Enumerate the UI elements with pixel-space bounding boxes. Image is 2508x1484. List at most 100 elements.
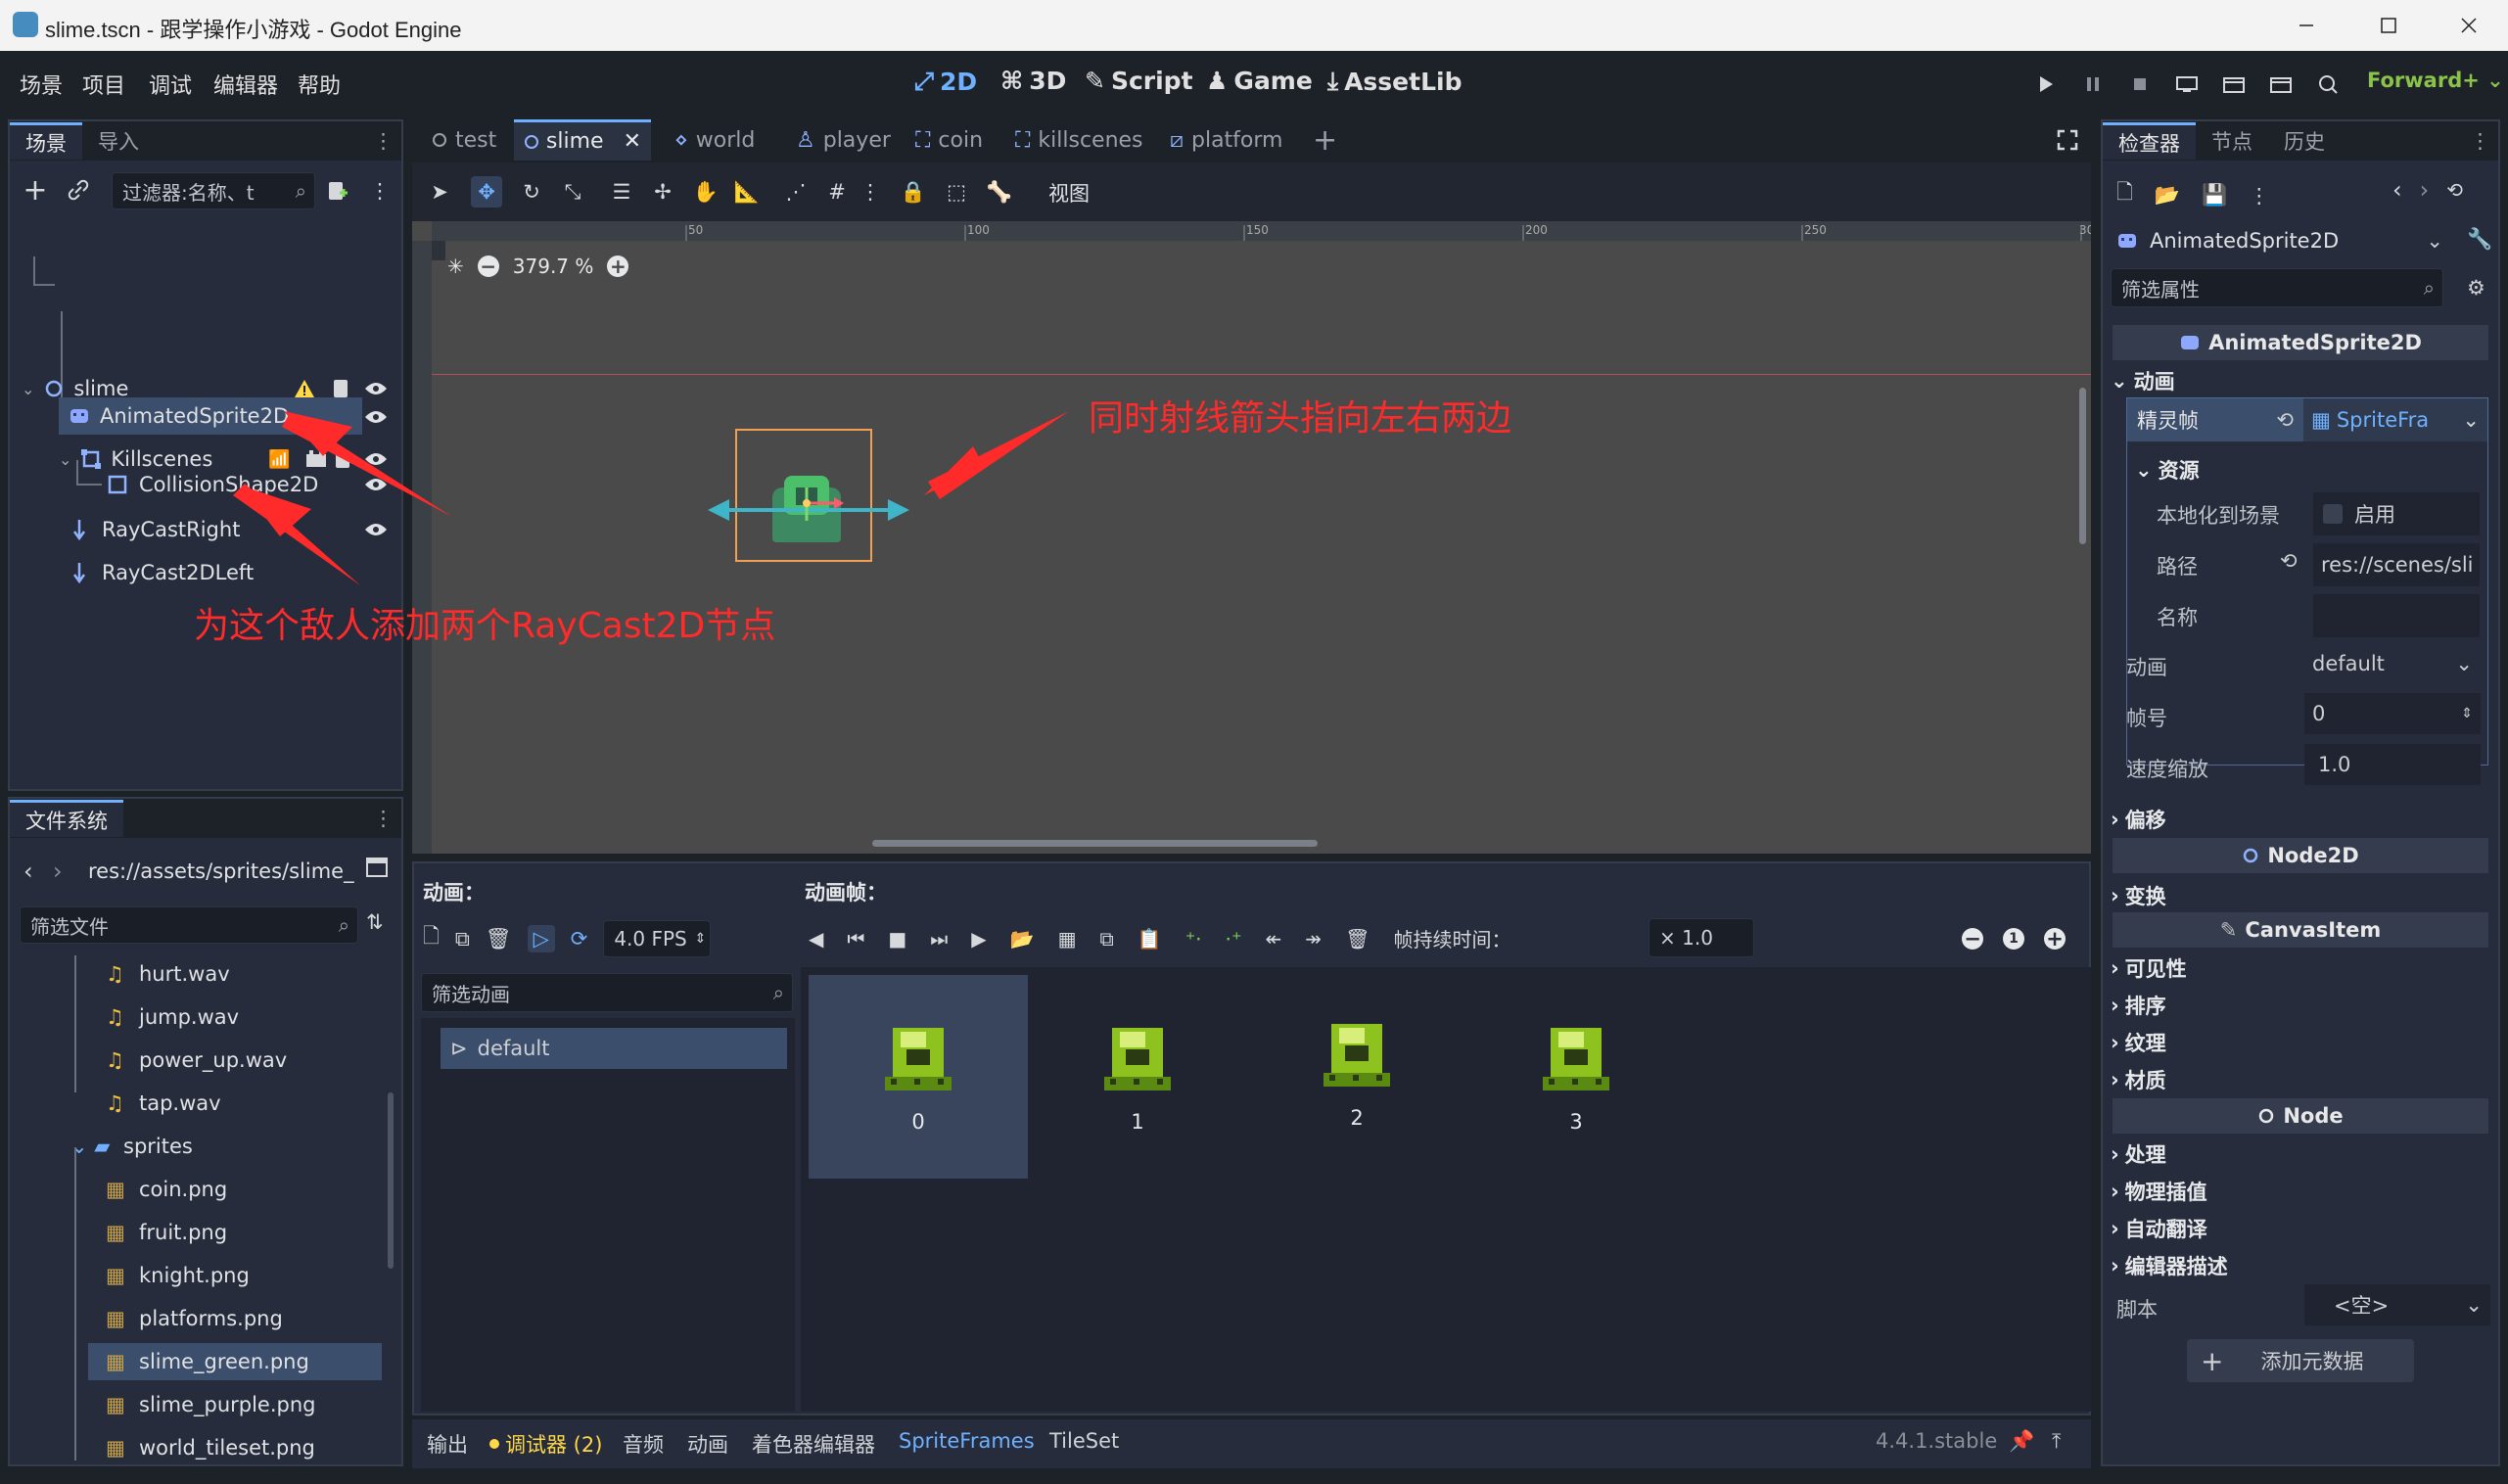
revert-icon[interactable]: ⟲ <box>2276 408 2294 432</box>
object-properties-icon[interactable]: 🔧 <box>2467 227 2492 252</box>
section-process[interactable]: › 处理 <box>2111 1139 2166 1169</box>
file-item[interactable]: ▦ slime_purple.png <box>10 1386 382 1423</box>
2d-viewport[interactable]: 50 100 150 200 250 300 ✳ − 379.7 % + <box>412 221 2091 854</box>
play-backwards-icon[interactable]: ◀ <box>809 927 823 951</box>
local-to-scene-checkbox[interactable]: 启用 <box>2313 492 2480 535</box>
insert-after-icon[interactable]: ⋅⁺ <box>1226 927 1242 951</box>
sprite-frame[interactable]: 1 <box>1028 975 1247 1179</box>
dock-menu-icon[interactable]: ⋮ <box>373 129 394 153</box>
recent-history-icon[interactable]: ⟲ <box>2446 178 2463 202</box>
file-item[interactable]: ▦ coin.png <box>10 1171 382 1208</box>
tab-slime[interactable]: slime ✕ <box>514 119 651 161</box>
ruler-tool-icon[interactable]: 📐 <box>731 176 763 208</box>
file-item[interactable]: ▦ world_tileset.png <box>10 1429 382 1466</box>
tree-row-raycastright[interactable]: RayCastRight <box>59 511 399 548</box>
visibility-eye-icon[interactable] <box>364 522 388 537</box>
file-item[interactable]: ♫ power_up.wav <box>10 1042 382 1079</box>
menu-editor[interactable]: 编辑器 <box>213 69 278 100</box>
add-node-icon[interactable]: + <box>22 173 49 208</box>
copy-frame-icon[interactable]: ⧉ <box>1100 927 1114 951</box>
tree-row-raycast2dleft[interactable]: RayCast2DLeft <box>59 554 399 591</box>
pivot-tool-icon[interactable]: ✢ <box>647 176 678 208</box>
group-icon[interactable]: ⬚ <box>941 176 972 208</box>
animation-filter-input[interactable]: 筛选动画 ⌕ <box>421 973 793 1012</box>
stop-animation-icon[interactable]: ■ <box>888 927 906 951</box>
scale-tool-icon[interactable]: ⤡ <box>557 176 588 208</box>
section-auto-translate[interactable]: › 自动翻译 <box>2111 1214 2207 1243</box>
section-resource[interactable]: ⌄ 资源 <box>2135 455 2200 485</box>
zoom-in-icon[interactable]: + <box>2044 927 2066 951</box>
grid-snap-icon[interactable]: # <box>821 176 853 208</box>
tab-import[interactable]: 导入 <box>82 122 155 160</box>
filesystem-scrollbar[interactable] <box>388 1092 394 1269</box>
view-menu[interactable]: 视图 <box>1048 178 1090 208</box>
loop-icon[interactable]: ⟳ <box>571 927 588 951</box>
add-metadata-button[interactable]: + 添加元数据 <box>2187 1339 2414 1382</box>
mode-3d-button[interactable]: ⌘ 3D <box>1000 67 1066 95</box>
tab-player[interactable]: ♙ player <box>796 119 891 161</box>
stop-button[interactable] <box>2122 67 2158 102</box>
delete-animation-icon[interactable]: 🗑 <box>486 927 512 951</box>
tab-node[interactable]: 节点 <box>2196 122 2268 160</box>
zoom-out-icon[interactable]: − <box>1962 927 1983 951</box>
tab-filesystem[interactable]: 文件系统 <box>10 800 123 837</box>
section-texture[interactable]: › 纹理 <box>2111 1028 2166 1057</box>
forward-icon[interactable]: › <box>53 858 63 885</box>
tab-world[interactable]: ⋄ world <box>674 119 755 161</box>
delete-frame-icon[interactable]: 🗑 <box>1345 927 1370 951</box>
new-resource-icon[interactable]: 🗋 <box>2116 178 2133 212</box>
section-physics-interpolation[interactable]: › 物理插值 <box>2111 1177 2207 1206</box>
fps-spinbox[interactable]: 4.0 FPS ⇕ <box>603 920 712 957</box>
scene-more-icon[interactable]: ⋮ <box>368 176 392 206</box>
file-item[interactable]: ♫ jump.wav <box>10 998 382 1036</box>
sprite-frames-value[interactable]: ▦ SpriteFra ⌄ <box>2303 398 2487 441</box>
object-selector[interactable]: AnimatedSprite2D ⌄ <box>2111 219 2443 262</box>
tab-platform[interactable]: ⧄ platform <box>1170 119 1282 161</box>
split-view-icon[interactable] <box>366 858 388 877</box>
back-icon[interactable]: ‹ <box>23 858 33 885</box>
mode-script-button[interactable]: ✎ Script <box>1085 67 1193 95</box>
save-resource-icon[interactable]: 💾 <box>2202 183 2227 208</box>
tab-debugger[interactable]: 调试器 (2) <box>489 1429 602 1459</box>
section-editor-description[interactable]: › 编辑器描述 <box>2111 1251 2228 1280</box>
distraction-free-icon[interactable] <box>2057 119 2078 161</box>
tab-tileset[interactable]: TileSet <box>1049 1429 1119 1453</box>
rotate-tool-icon[interactable]: ↻ <box>516 176 547 208</box>
next-object-icon[interactable]: › <box>2420 176 2430 204</box>
close-tab-icon[interactable]: ✕ <box>624 129 641 154</box>
snap-options-icon[interactable]: ⋮ <box>855 176 886 208</box>
file-item[interactable]: ♫ hurt.wav <box>10 955 382 993</box>
play-button[interactable] <box>2028 67 2064 102</box>
visibility-eye-icon[interactable] <box>364 381 388 396</box>
tab-audio[interactable]: 音频 <box>623 1429 664 1459</box>
autoplay-icon[interactable]: ▷ <box>527 925 555 952</box>
visibility-eye-icon[interactable] <box>364 477 388 492</box>
add-scene-tab-button[interactable]: + <box>1313 119 1337 161</box>
filter-options-icon[interactable]: ⚙ <box>2467 276 2485 300</box>
menu-project[interactable]: 项目 <box>82 69 125 100</box>
tab-history[interactable]: 历史 <box>2268 122 2341 160</box>
transform-gizmo[interactable] <box>789 484 848 523</box>
animation-select[interactable]: default ⌄ <box>2304 644 2481 683</box>
scene-filter-input[interactable]: 过滤器:名称、t ⌕ <box>112 172 315 209</box>
instance-scene-icon[interactable] <box>65 176 92 204</box>
warning-icon[interactable] <box>294 379 315 398</box>
play-animation-icon[interactable]: ▶ <box>971 927 986 951</box>
speed-scale-input[interactable]: 1.0 <box>2304 744 2481 785</box>
attach-script-icon[interactable] <box>321 176 352 206</box>
lock-icon[interactable]: 🔒 <box>898 176 929 208</box>
open-resource-icon[interactable]: 📂 <box>2155 183 2180 208</box>
new-animation-icon[interactable]: 🗋 <box>423 922 440 956</box>
file-item[interactable]: ▦ fruit.png <box>10 1214 382 1251</box>
file-item[interactable]: ♫ tap.wav <box>10 1085 382 1122</box>
play-scene-button[interactable] <box>2216 67 2252 102</box>
script-select[interactable]: <空> ⌄ <box>2304 1284 2490 1325</box>
select-tool-icon[interactable]: ➤ <box>424 176 455 208</box>
revert-icon[interactable]: ⟲ <box>2280 549 2298 573</box>
sprite-frame[interactable]: 2 <box>1247 975 1466 1179</box>
movie-maker-icon[interactable] <box>2310 67 2345 102</box>
move-right-icon[interactable]: ↠ <box>1305 927 1322 951</box>
menu-help[interactable]: 帮助 <box>298 69 341 100</box>
file-item[interactable]: ▦ slime_green.png <box>88 1343 382 1380</box>
name-input[interactable] <box>2313 594 2480 637</box>
